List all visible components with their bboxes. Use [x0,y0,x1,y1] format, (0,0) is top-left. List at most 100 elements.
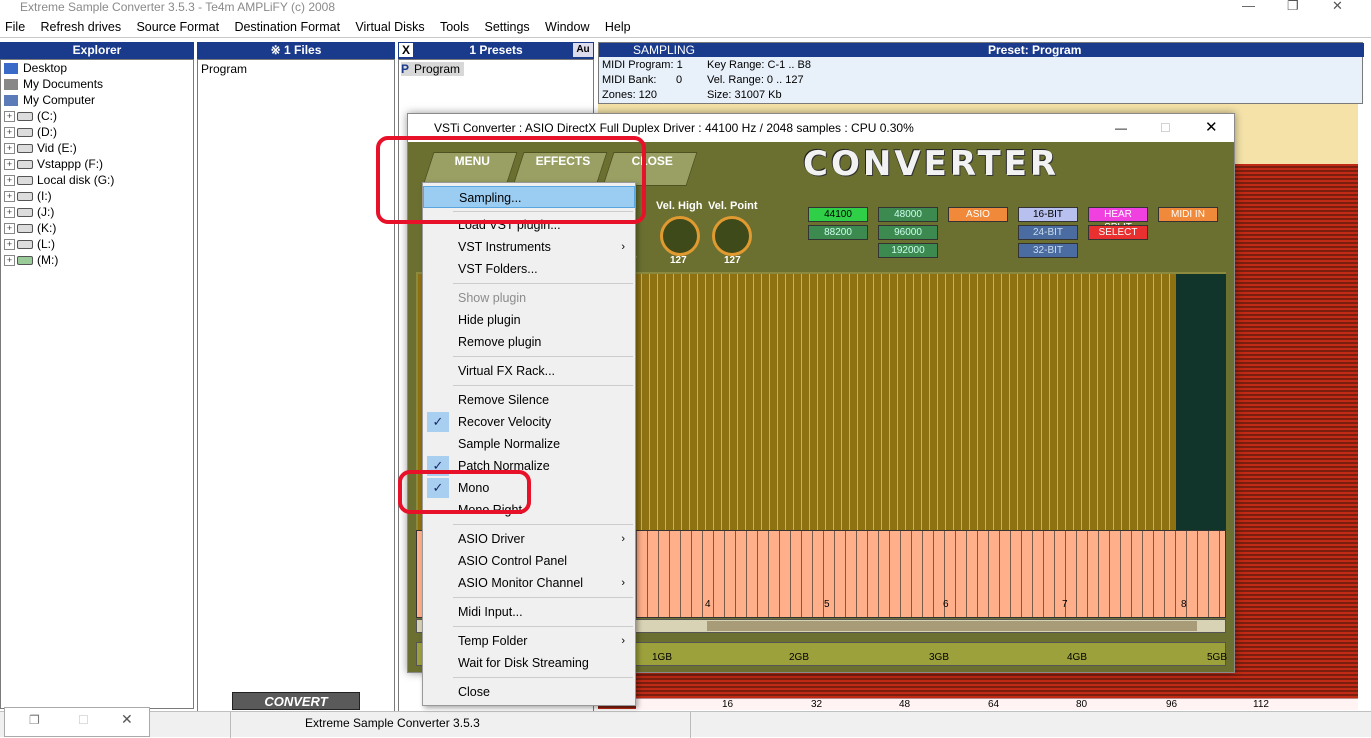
menu-separator [453,385,633,386]
menu-item-sample-normalize[interactable]: Sample Normalize [423,433,635,455]
rate-96000-button[interactable]: 96000 [878,225,938,240]
menu-item-hide-plugin[interactable]: Hide plugin [423,309,635,331]
menu-item-recover-velocity[interactable]: ✓ Recover Velocity [423,411,635,433]
tree-item-drive[interactable]: + (L:) [1,236,193,252]
menu-item-label: VST Instruments [458,240,551,254]
tree-item-my-computer[interactable]: My Computer [1,92,193,108]
expand-icon[interactable]: + [4,143,15,155]
desktop-icon [4,63,18,75]
tree-item-my-documents[interactable]: My Documents [1,76,193,92]
drive-icon [17,192,33,202]
scrollbar-thumb[interactable] [707,621,1197,631]
status-divider [230,712,231,738]
menu-item-label: ASIO Control Panel [458,554,568,568]
minimize-icon[interactable]: — [1242,0,1255,13]
menu-item-label: Midi Input... [458,605,523,619]
expand-icon[interactable]: + [4,223,15,235]
expand-icon[interactable]: + [4,255,15,267]
close-icon[interactable]: ✕ [1332,0,1343,14]
close-icon[interactable]: ✕ [121,711,133,728]
tree-label: My Documents [23,77,104,91]
tree-item-drive[interactable]: + Local disk (G:) [1,172,193,188]
menu-item-label: Remove Silence [458,393,550,407]
tree-item-desktop[interactable]: Desktop [1,60,193,76]
vel-high-knob[interactable] [660,216,700,256]
menu-settings[interactable]: Settings [480,17,537,34]
status-divider [690,712,691,738]
menu-item-virtual-fx-rack[interactable]: Virtual FX Rack... [423,360,635,382]
menu-help[interactable]: Help [600,17,638,34]
expand-icon[interactable]: + [4,175,15,187]
menu-source-format[interactable]: Source Format [131,17,226,34]
tree-item-drive[interactable]: + Vid (E:) [1,140,193,156]
unused-range [1176,274,1226,532]
submenu-arrow-icon: › [621,241,625,253]
menu-item-label: Remove plugin [458,335,542,349]
bit-32-button[interactable]: 32-BIT [1018,243,1078,258]
bit-24-button[interactable]: 24-BIT [1018,225,1078,240]
tree-item-drive[interactable]: + Vstappp (F:) [1,156,193,172]
menu-item-wait-for-disk-streaming[interactable]: Wait for Disk Streaming [423,652,635,674]
folder-icon [4,79,18,91]
menu-item-midi-input[interactable]: Midi Input... [423,601,635,623]
menu-refresh-drives[interactable]: Refresh drives [36,17,129,34]
tree-item-drive[interactable]: + (M:) [1,252,193,268]
axis-tick: 48 [899,699,911,710]
presets-close-button[interactable]: X [399,43,413,57]
close-icon[interactable]: ✕ [1205,114,1218,142]
menu-item-remove-plugin[interactable]: Remove plugin [423,331,635,353]
convert-button[interactable]: CONVERT [232,692,360,710]
rate-88200-button[interactable]: 88200 [808,225,868,240]
minimize-icon[interactable]: — [1115,114,1127,142]
sampling-tab[interactable]: SAMPLING [633,43,695,57]
explorer-panel: Explorer Desktop My Documents My Compute… [0,42,194,709]
rate-192000-button[interactable]: 192000 [878,243,938,258]
preset-label: Program [414,62,461,76]
expand-icon[interactable]: + [4,239,15,251]
vel-point-knob[interactable] [712,216,752,256]
menu-separator [453,283,633,284]
menu-item-asio-control-panel[interactable]: ASIO Control Panel [423,550,635,572]
midi-in-button[interactable]: MIDI IN [1158,207,1218,222]
menu-destination-format[interactable]: Destination Format [229,17,347,34]
menu-item-asio-driver[interactable]: ASIO Driver › [423,528,635,550]
expand-icon[interactable]: + [4,159,15,171]
restore-icon[interactable]: ❐ [1287,0,1299,14]
expand-icon[interactable]: + [4,191,15,203]
menu-window[interactable]: Window [540,17,596,34]
preset-item[interactable]: P Program [401,62,465,76]
tree-item-drive[interactable]: + (I:) [1,188,193,204]
bit-16-button[interactable]: 16-BIT [1018,207,1078,222]
tree-item-drive[interactable]: + (K:) [1,220,193,236]
menu-item-vst-instruments[interactable]: VST Instruments › [423,236,635,258]
menu-item-temp-folder[interactable]: Temp Folder › [423,630,635,652]
menu-item-close[interactable]: Close [423,681,635,703]
expand-icon[interactable]: + [4,127,15,139]
expand-icon[interactable]: + [4,207,15,219]
menu-separator [453,356,633,357]
midi-program: MIDI Program: 1 [602,59,683,71]
rate-44100-button[interactable]: 44100 [808,207,868,222]
key-range: Key Range: C-1 .. B8 [707,59,811,71]
file-item[interactable]: Program [201,62,391,76]
expand-icon[interactable]: + [4,111,15,123]
gb-tick: 3GB [929,652,950,663]
menu-tools[interactable]: Tools [435,17,476,34]
minimized-window[interactable]: ❐ ☐ ✕ [4,707,150,737]
rate-48000-button[interactable]: 48000 [878,207,938,222]
octave-label: 5 [824,599,830,610]
menu-item-asio-monitor-channel[interactable]: ASIO Monitor Channel › [423,572,635,594]
menu-file[interactable]: File [0,17,32,34]
tree-item-drive[interactable]: + (D:) [1,124,193,140]
tree-item-drive[interactable]: + (C:) [1,108,193,124]
explorer-tree: Desktop My Documents My Computer + (C:) +… [0,59,194,709]
menu-item-remove-silence[interactable]: Remove Silence [423,389,635,411]
restore-icon[interactable]: ❐ [29,713,40,727]
hear-split-button[interactable]: HEAR SPLIT [1088,207,1148,233]
asio-button[interactable]: ASIO [948,207,1008,222]
tree-item-drive[interactable]: + (J:) [1,204,193,220]
menu-item-vst-folders[interactable]: VST Folders... [423,258,635,280]
select-button[interactable]: SELECT [1088,225,1148,240]
menu-virtual-disks[interactable]: Virtual Disks [350,17,431,34]
au-button[interactable]: Au [573,43,593,57]
